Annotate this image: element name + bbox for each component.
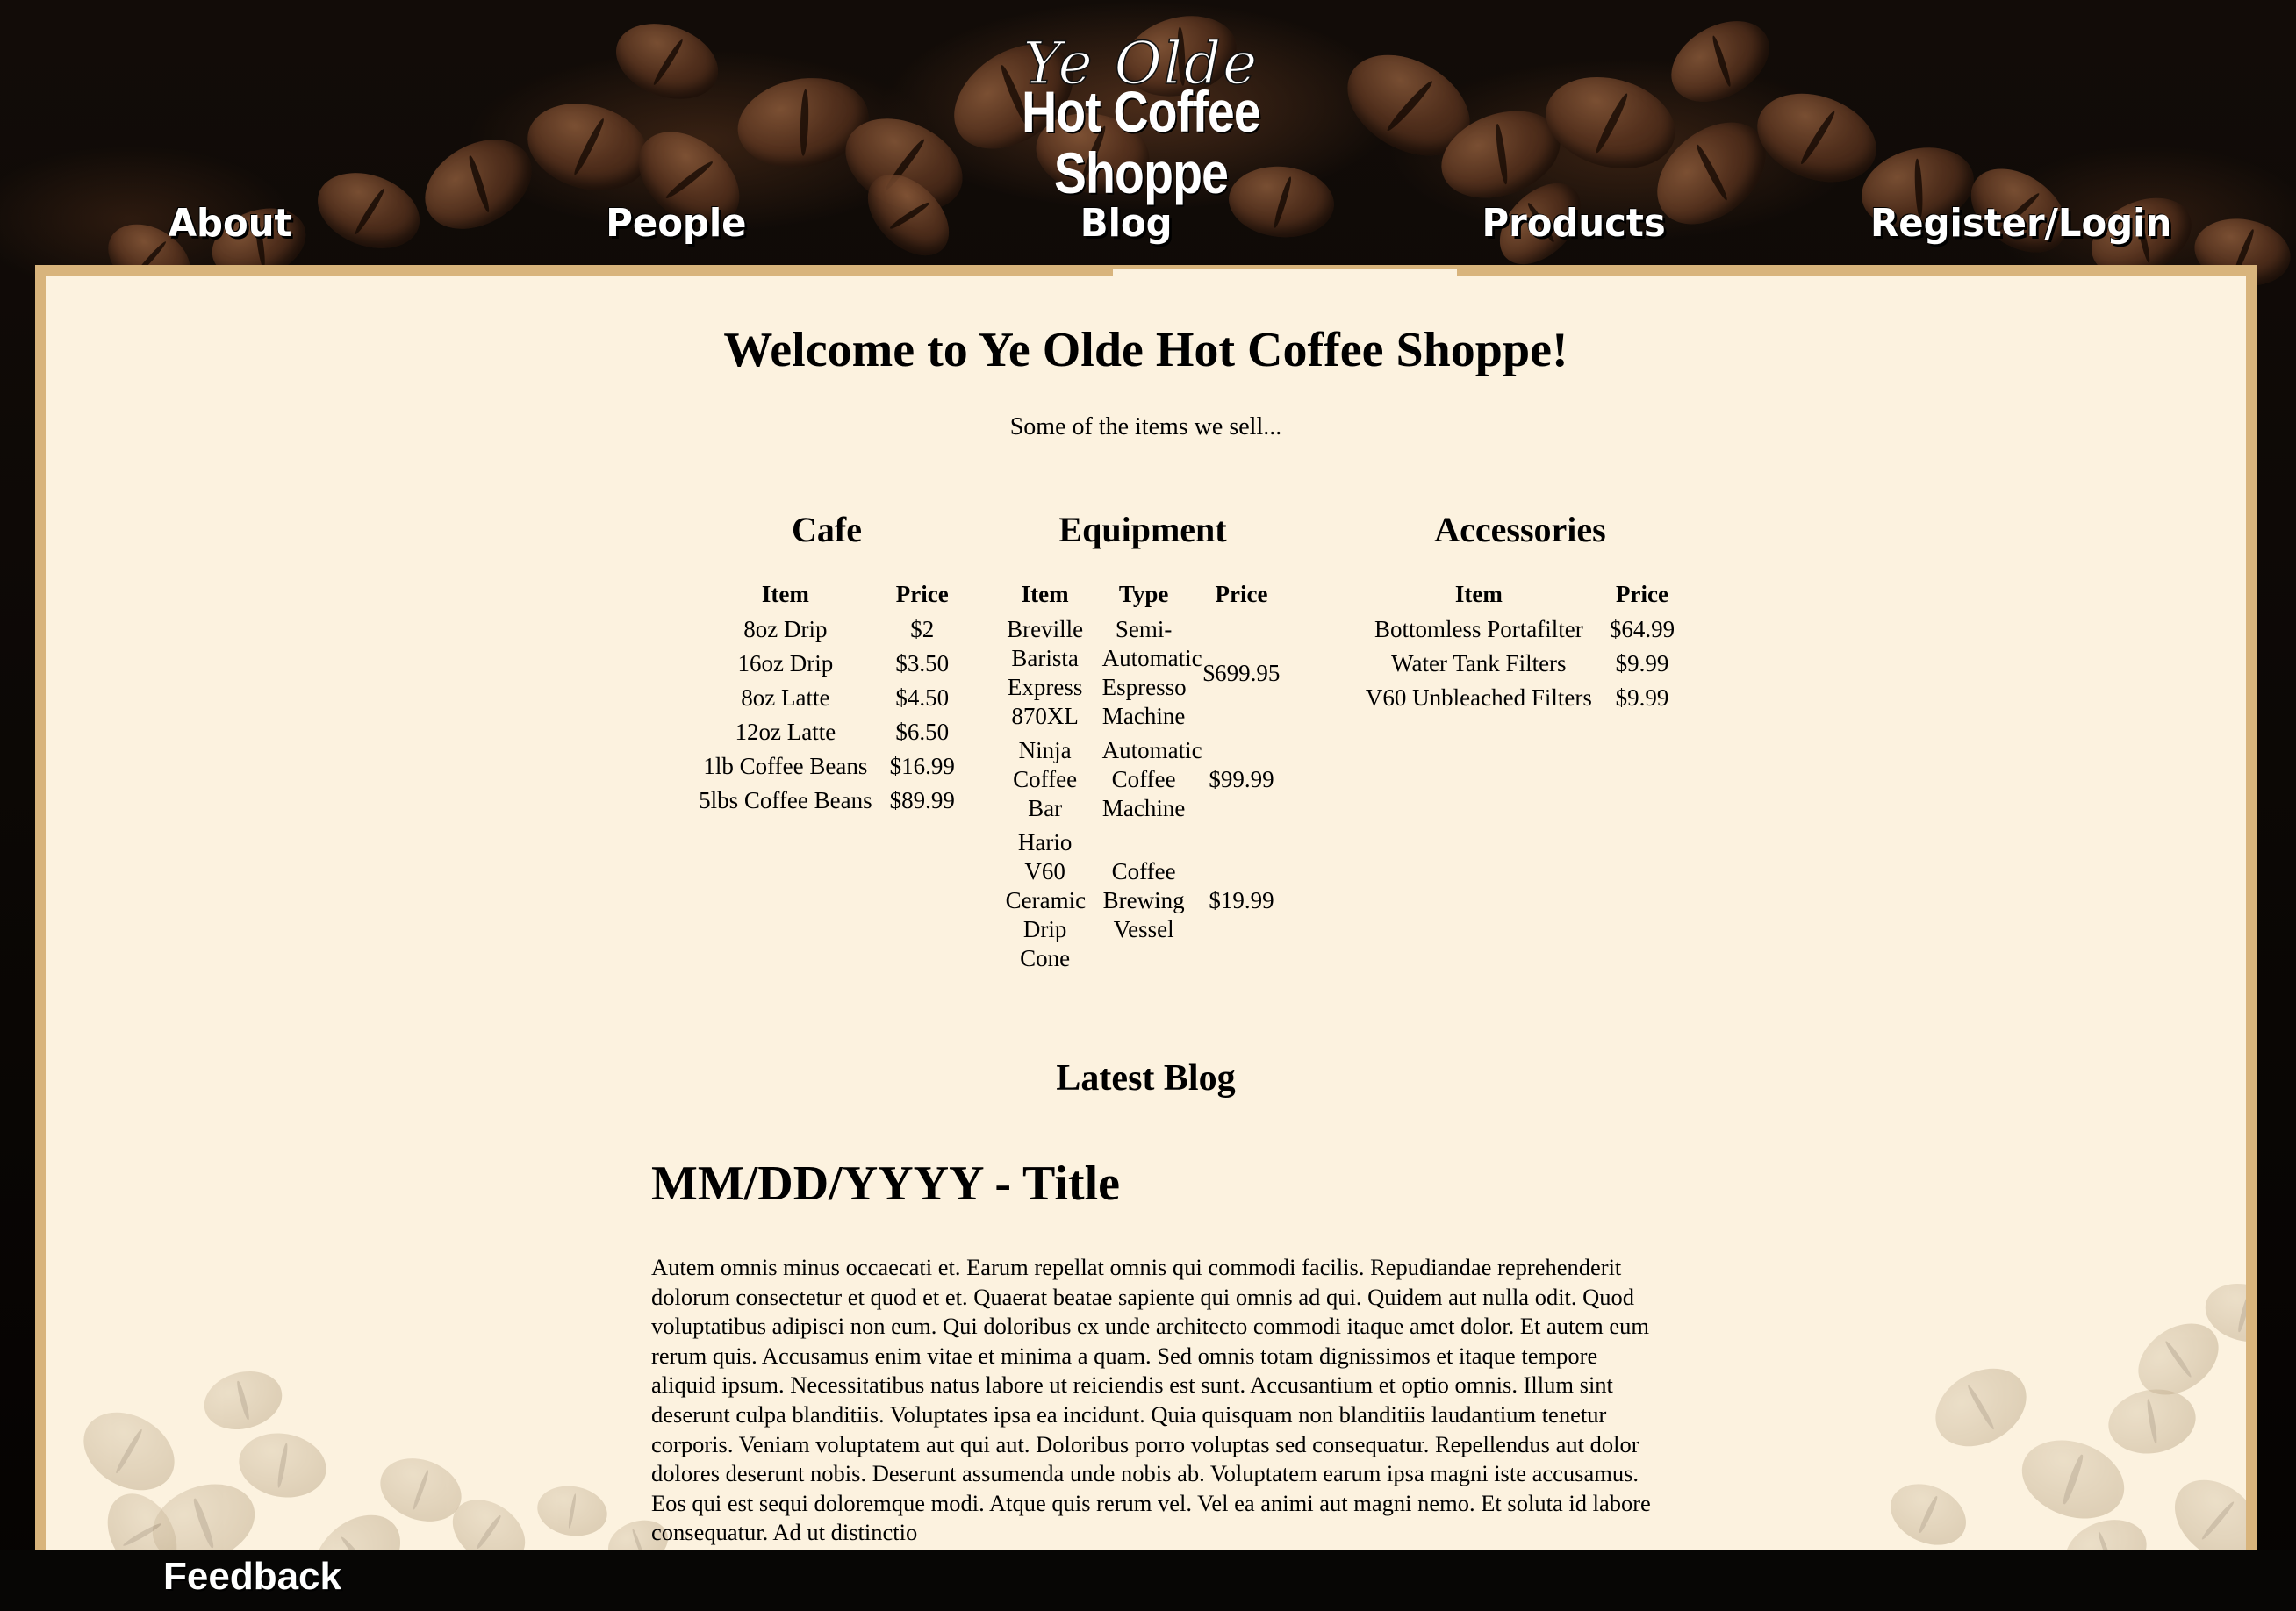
nav-label: Products (1482, 201, 1666, 246)
nav-label: Register/Login (1870, 201, 2172, 246)
table-row: Hario V60 Ceramic Drip Cone Coffee Brewin… (997, 826, 1289, 976)
table-row: Bottomless Portafilter $64.99 (1357, 612, 1683, 647)
content-panel: Welcome to Ye Olde Hot Coffee Shoppe! So… (35, 265, 2257, 1550)
column-header: Price (1215, 581, 1268, 607)
nav-label: Blog (1080, 201, 1173, 246)
accessories-table: Item Price Bottomless Portafilter $64.99 W… (1357, 576, 1683, 715)
table-cell: $89.99 (889, 787, 955, 813)
table-row: 12oz Latte $6.50 (690, 715, 964, 749)
blog-post-body: Autem omnis minus occaecati et. Earum re… (651, 1254, 1651, 1546)
column-header: Type (1118, 581, 1169, 607)
table-cell: Breville Barista Express 870XL (1007, 616, 1084, 729)
nav-item-products[interactable]: Products (1372, 195, 1776, 253)
nav-item-people[interactable]: People (474, 195, 878, 253)
page-title: Welcome to Ye Olde Hot Coffee Shoppe! (723, 323, 1568, 377)
table-header-row: Item Type Price (997, 576, 1289, 612)
table-cell: Automatic Coffee Machine (1101, 737, 1202, 821)
coffee-bean-decoration (605, 10, 729, 113)
table-cell: 12oz Latte (735, 719, 836, 745)
coffee-bean-decoration (1657, 4, 1783, 118)
table-cell: Coffee Brewing Vessel (1102, 858, 1185, 942)
blog-post-title: MM/DD/YYYY - Title (651, 1156, 1120, 1211)
table-row: 16oz Drip $3.50 (690, 647, 964, 681)
table-row: Breville Barista Express 870XL Semi-Autom… (997, 612, 1289, 734)
table-row: 8oz Latte $4.50 (690, 681, 964, 715)
table-cell: $19.99 (1209, 887, 1274, 913)
table-cell: $6.50 (895, 719, 950, 745)
accessories-heading: Accessories (1434, 510, 1606, 549)
equipment-table: Item Type Price Breville Barista Express… (997, 576, 1289, 976)
column-header: Item (1021, 581, 1069, 607)
main-nav: About People Blog Products Register/Logi… (0, 195, 2296, 256)
table-cell: $3.50 (895, 650, 950, 677)
nav-item-about[interactable]: About (28, 195, 432, 253)
column-header: Item (1454, 581, 1503, 607)
logo-line-2: Hot Coffee Shoppe (1022, 79, 1261, 205)
table-header-row: Item Price (1357, 576, 1683, 612)
page-root: Ye Olde Hot Coffee Shoppe About People B… (0, 0, 2296, 1611)
table-cell: 8oz Drip (743, 616, 828, 642)
column-header: Price (895, 581, 949, 607)
equipment-heading: Equipment (1058, 510, 1227, 549)
coffee-bean-decoration (1535, 63, 1686, 183)
nav-label: About (168, 201, 292, 246)
table-cell: $699.95 (1202, 659, 1281, 686)
site-logo[interactable]: Ye Olde Hot Coffee Shoppe (922, 34, 1360, 204)
table-cell: Water Tank Filters (1391, 650, 1567, 677)
table-cell: Hario V60 Ceramic Drip Cone (1005, 829, 1087, 971)
table-cell: $4.50 (895, 684, 950, 711)
coffee-bean-decoration (518, 90, 658, 204)
table-cell: $64.99 (1609, 616, 1675, 642)
latest-blog-heading: Latest Blog (1056, 1058, 1236, 1099)
table-row: 8oz Drip $2 (690, 612, 964, 647)
table-row: Water Tank Filters $9.99 (1357, 647, 1683, 681)
table-row: V60 Unbleached Filters $9.99 (1357, 681, 1683, 715)
equipment-section: Equipment Item Type Price Breville Baris… (967, 504, 1318, 976)
table-header-row: Item Price (690, 576, 964, 612)
table-cell: 8oz Latte (741, 684, 830, 711)
footer: Feedback (0, 1550, 2296, 1611)
column-header: Item (761, 581, 809, 607)
content-inner: Welcome to Ye Olde Hot Coffee Shoppe! So… (46, 276, 2246, 1550)
nav-item-blog[interactable]: Blog (924, 195, 1328, 253)
accessories-section: Accessories Item Price Bottomless Portaf… (1340, 504, 1700, 715)
table-cell: 1lb Coffee Beans (703, 753, 868, 779)
table-cell: $16.99 (889, 753, 955, 779)
table-cell: 5lbs Coffee Beans (699, 787, 872, 813)
table-cell: $9.99 (1615, 650, 1669, 677)
active-tab-indicator (1113, 268, 1457, 281)
cafe-table: Item Price 8oz Drip $2 16oz Drip $3.50 8oz L… (690, 576, 964, 818)
table-cell: $9.99 (1615, 684, 1669, 711)
column-header: Price (1615, 581, 1668, 607)
table-row: Ninja Coffee Bar Automatic Coffee Machine… (997, 734, 1289, 826)
nav-label: People (605, 201, 747, 246)
table-cell: 16oz Drip (737, 650, 834, 677)
table-cell: Ninja Coffee Bar (1013, 737, 1078, 821)
table-cell: V60 Unbleached Filters (1365, 684, 1592, 711)
table-cell: $99.99 (1209, 766, 1274, 792)
nav-item-register-login[interactable]: Register/Login (1819, 195, 2223, 253)
table-row: 1lb Coffee Beans $16.99 (690, 749, 964, 784)
feedback-link[interactable]: Feedback (163, 1550, 341, 1604)
table-cell: Bottomless Portafilter (1374, 616, 1583, 642)
table-cell: $2 (910, 616, 935, 642)
table-row: 5lbs Coffee Beans $89.99 (690, 784, 964, 818)
intro-text: Some of the items we sell... (1009, 413, 1282, 440)
table-cell: Semi-Automatic Espresso Machine (1101, 616, 1202, 729)
